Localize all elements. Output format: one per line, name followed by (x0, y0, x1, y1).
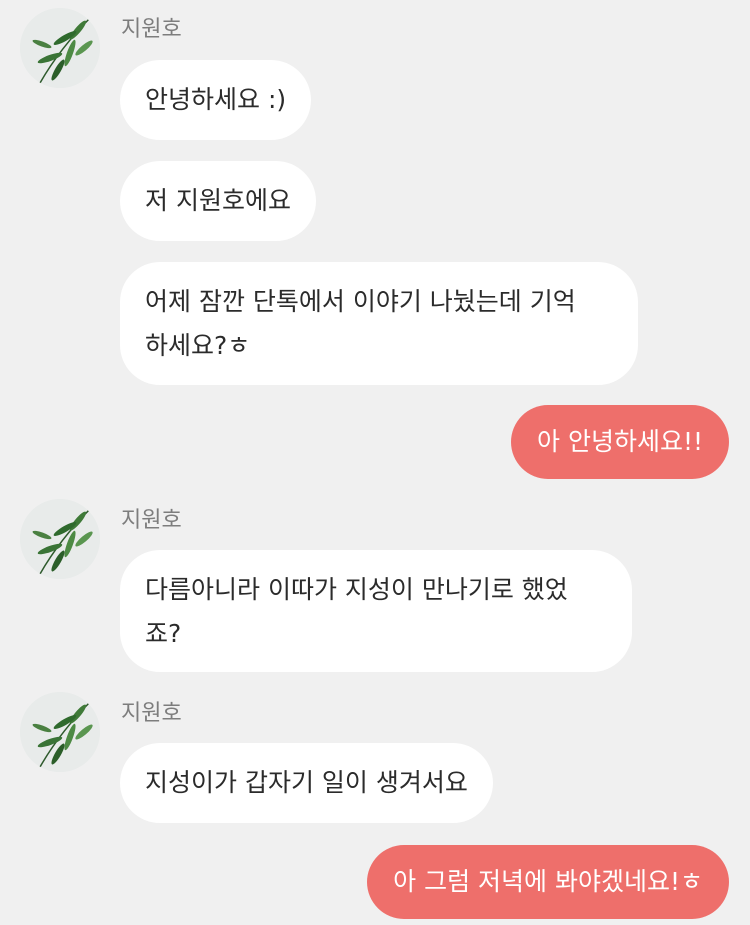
message-bubble[interactable]: 저 지원호에요 (120, 161, 316, 241)
my-message-bubble[interactable]: 아 그럼 저녁에 봐야겠네요!ㅎ (367, 845, 729, 919)
sender-name: 지원호 (121, 508, 182, 533)
bamboo-leaf-avatar-icon (20, 8, 100, 88)
bamboo-leaf-avatar-icon (20, 692, 100, 772)
sender-avatar[interactable] (20, 8, 100, 88)
my-message-bubble[interactable]: 아 안녕하세요!! (511, 405, 729, 479)
sender-name: 지원호 (121, 701, 182, 726)
message-bubble[interactable]: 다름아니라 이따가 지성이 만나기로 했었 죠? (120, 550, 632, 672)
message-bubble[interactable]: 어제 잠깐 단톡에서 이야기 나눴는데 기억 하세요?ㅎ (120, 262, 638, 385)
message-bubble[interactable]: 지성이가 갑자기 일이 생겨서요 (120, 743, 493, 823)
message-bubble[interactable]: 안녕하세요 :) (120, 60, 312, 140)
sender-name: 지원호 (121, 17, 182, 42)
bamboo-leaf-avatar-icon (20, 499, 100, 579)
sender-avatar[interactable] (20, 692, 100, 772)
sender-avatar[interactable] (20, 499, 100, 579)
